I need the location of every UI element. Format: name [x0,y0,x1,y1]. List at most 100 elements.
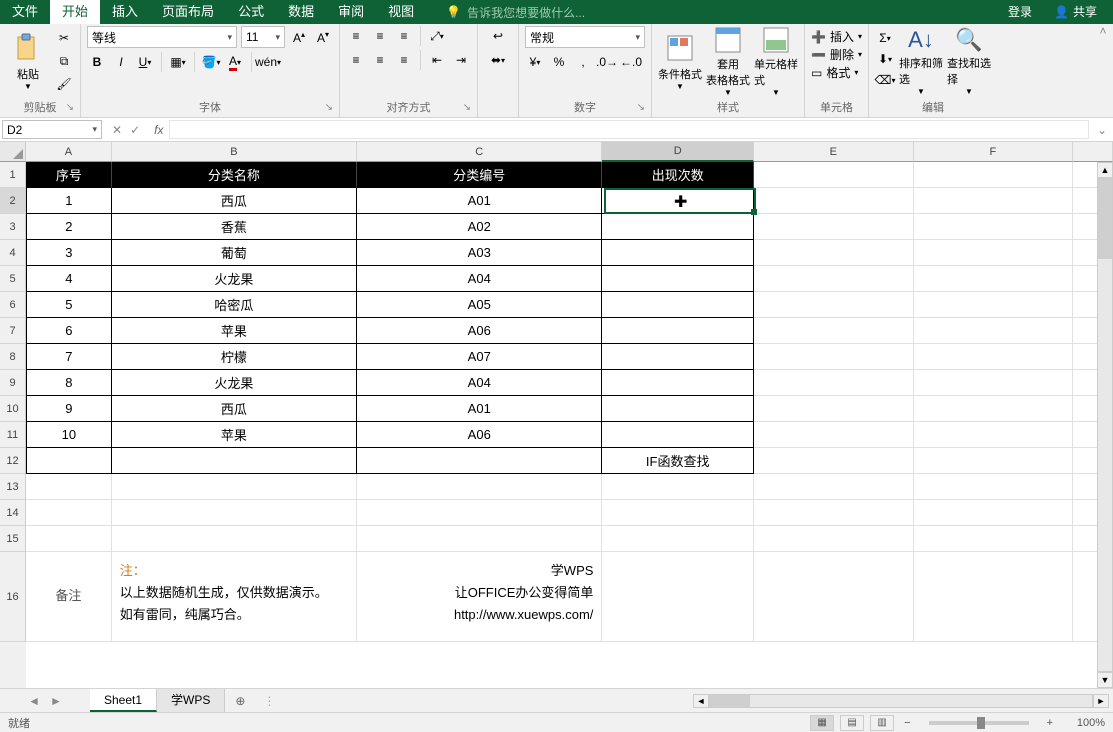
row-header[interactable]: 5 [0,266,26,292]
cell[interactable]: 9 [26,396,112,422]
zoom-in-button[interactable]: + [1043,717,1057,729]
format-cells-button[interactable]: ▭格式▾ [811,64,862,81]
cell[interactable] [26,500,112,526]
cell[interactable] [914,240,1074,266]
scroll-right-button[interactable]: ► [1093,694,1109,708]
cut-button[interactable]: ✂ [54,28,74,48]
cell[interactable] [602,292,754,318]
increase-indent-button[interactable]: ⇥ [451,50,471,70]
cell[interactable] [602,370,754,396]
cell[interactable] [914,422,1074,448]
row-header[interactable]: 10 [0,396,26,422]
row-header[interactable]: 14 [0,500,26,526]
cell[interactable]: A07 [357,344,602,370]
cell[interactable] [754,448,914,474]
cell[interactable]: 3 [26,240,112,266]
conditional-format-button[interactable]: 条件格式▼ [658,26,702,96]
cell[interactable]: A01 [357,188,602,214]
sheet-tab[interactable]: Sheet1 [90,689,157,712]
cell[interactable] [602,344,754,370]
cell[interactable] [914,292,1074,318]
percent-button[interactable]: % [549,52,569,72]
login-button[interactable]: 登录 [998,0,1042,24]
row-header[interactable]: 6 [0,292,26,318]
cell[interactable] [112,474,357,500]
cell[interactable]: 哈密瓜 [112,292,357,318]
cell[interactable] [914,318,1074,344]
table-header[interactable]: 序号 [26,162,112,188]
decrease-indent-button[interactable]: ⇤ [427,50,447,70]
cell[interactable] [26,448,112,474]
row-header[interactable]: 11 [0,422,26,448]
font-family-combo[interactable]: 等线▾ [87,26,237,48]
cell[interactable] [602,240,754,266]
zoom-slider-knob[interactable] [977,717,985,729]
column-header[interactable]: F [914,142,1074,162]
cell[interactable]: A02 [357,214,602,240]
phonetic-button[interactable]: wén▾ [258,52,278,72]
row-header[interactable]: 9 [0,370,26,396]
cell[interactable] [914,214,1074,240]
horizontal-scrollbar[interactable]: ◄ ► [693,693,1113,709]
cell[interactable]: IF函数查找 [602,448,754,474]
format-painter-button[interactable]: 🖌 [54,74,74,94]
row-header[interactable]: 1 [0,162,26,188]
cell[interactable] [754,396,914,422]
column-header[interactable]: A [26,142,112,162]
page-break-view-button[interactable]: ▥ [870,715,894,731]
scroll-down-button[interactable]: ▼ [1097,672,1113,688]
cell[interactable] [602,552,754,642]
sheet-tab[interactable]: 学WPS [157,689,225,712]
cell[interactable] [357,500,602,526]
scroll-track[interactable] [709,694,1093,708]
cell[interactable]: 香蕉 [112,214,357,240]
row-header[interactable]: 3 [0,214,26,240]
bold-button[interactable]: B [87,52,107,72]
scroll-thumb[interactable] [710,695,750,707]
cell[interactable] [914,448,1074,474]
cell[interactable] [754,266,914,292]
cell[interactable] [754,162,914,188]
cancel-formula-button[interactable]: ✕ [112,123,122,137]
column-header[interactable]: D [602,142,754,162]
number-format-combo[interactable]: 常规▾ [525,26,645,48]
cell[interactable] [26,526,112,552]
fill-button[interactable]: ⬇▾ [875,49,895,69]
cell[interactable] [26,474,112,500]
cell-styles-button[interactable]: 单元格样式▼ [754,26,798,96]
expand-formula-bar-button[interactable]: ⌄ [1091,118,1113,141]
table-header[interactable]: 分类编号 [357,162,602,188]
cell[interactable]: 葡萄 [112,240,357,266]
normal-view-button[interactable]: ▦ [810,715,834,731]
fill-color-button[interactable]: 🪣▾ [201,52,221,72]
align-center-button[interactable]: ≡ [370,50,390,70]
cell[interactable] [914,344,1074,370]
cell[interactable] [914,162,1074,188]
cell[interactable]: A05 [357,292,602,318]
cell[interactable]: A01 [357,396,602,422]
column-header[interactable]: E [754,142,914,162]
cell[interactable]: 火龙果 [112,266,357,292]
cell[interactable]: A03 [357,240,602,266]
cell[interactable] [754,500,914,526]
row-header[interactable]: 2 [0,188,26,214]
align-launcher[interactable]: ↘ [463,101,471,115]
insert-cells-button[interactable]: ➕插入▾ [811,28,862,45]
page-layout-view-button[interactable]: ▤ [840,715,864,731]
align-top-button[interactable]: ≡ [346,26,366,46]
borders-button[interactable]: ▦▾ [168,52,188,72]
cell[interactable] [357,474,602,500]
tell-me-search[interactable]: 💡 告诉我您想要做什么... [446,4,585,21]
cell[interactable]: 1 [26,188,112,214]
tab-insert[interactable]: 插入 [100,0,150,24]
comma-button[interactable]: , [573,52,593,72]
tab-view[interactable]: 视图 [376,0,426,24]
font-size-combo[interactable]: 11▾ [241,26,285,48]
cell[interactable] [357,448,602,474]
decrease-font-button[interactable]: A▾ [313,27,333,47]
cell[interactable] [914,474,1074,500]
cell[interactable]: 西瓜 [112,188,357,214]
cell[interactable] [754,188,914,214]
cell[interactable]: 8 [26,370,112,396]
cell[interactable] [914,370,1074,396]
